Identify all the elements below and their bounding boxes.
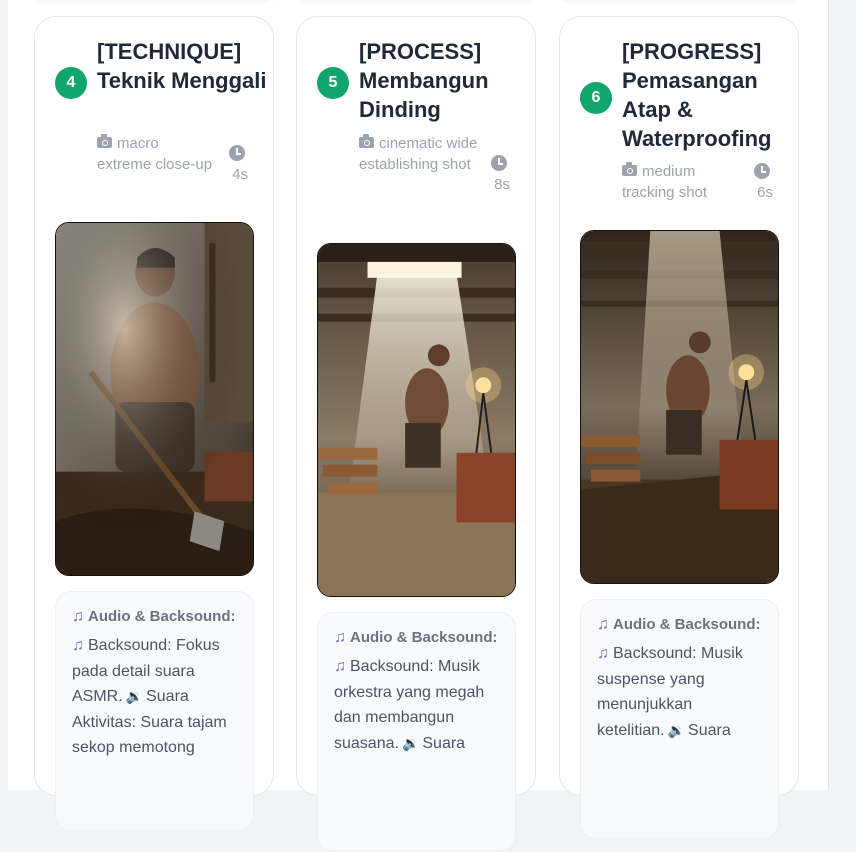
shot-type: cinematic wide establishing shot xyxy=(359,134,479,175)
music-note-icon: ♫ xyxy=(334,658,346,675)
wall-building-scene-illustration xyxy=(318,244,515,596)
audio-section: ♫ Audio & Backsound: ♫ Backsound: Musik or… xyxy=(317,612,516,852)
speaker-icon: 🔉 xyxy=(125,688,144,704)
clock-icon xyxy=(754,163,770,179)
scene-image[interactable] xyxy=(580,230,779,584)
shot-type-label: cinematic wide establishing shot xyxy=(359,135,478,173)
digging-scene-illustration xyxy=(56,223,253,575)
scene-card-5[interactable]: 5 [PROCESS] Membangun Dinding cinematic … xyxy=(296,16,536,852)
clock-icon xyxy=(229,145,245,161)
audio-heading: ♫ Audio & Backsound: xyxy=(72,606,239,627)
scene-number-badge: 6 xyxy=(580,82,612,114)
audio-section: ♫ Audio & Backsound: ♫ Backsound: Musik su… xyxy=(580,599,779,839)
clock-icon xyxy=(491,155,507,171)
scene-title: [TECHNIQUE] Teknik Menggali xyxy=(97,39,267,93)
shot-type: macro extreme close-up xyxy=(97,134,217,175)
scene-image[interactable] xyxy=(317,243,516,597)
music-note-icon: ♫ xyxy=(72,608,84,625)
activity-sound-text: Suara xyxy=(688,721,731,739)
music-note-icon: ♫ xyxy=(597,645,609,662)
audio-heading-label: Audio & Backsound: xyxy=(350,629,498,646)
activity-sound-text: Suara xyxy=(422,734,466,752)
roofing-scene-illustration xyxy=(581,231,778,583)
scene-card-4[interactable]: 4 [TECHNIQUE] Teknik Menggali macro extr… xyxy=(34,16,274,831)
camera-icon xyxy=(622,162,637,176)
shot-type-label: macro extreme close-up xyxy=(97,135,213,173)
duration-label: 8s xyxy=(494,176,510,193)
speaker-icon: 🔉 xyxy=(401,734,420,751)
audio-description: ♫ Backsound: Musik suspense yang menunjuk… xyxy=(597,641,764,743)
speaker-icon: 🔉 xyxy=(667,721,686,738)
audio-section: ♫ Audio & Backsound: ♫ Backsound: Fokus pa… xyxy=(55,591,254,831)
scene-card-6[interactable]: 6 [PROGRESS] Pemasangan Atap & Waterproo… xyxy=(559,16,799,839)
scene-title: [PROCESS] Membangun Dinding xyxy=(359,39,489,122)
duration: 6s xyxy=(743,163,773,203)
camera-icon xyxy=(359,134,374,148)
scene-number-badge: 5 xyxy=(317,67,349,99)
shot-type: medium tracking shot xyxy=(622,162,742,203)
music-note-icon: ♫ xyxy=(597,616,609,633)
duration: 8s xyxy=(480,155,510,195)
audio-heading-label: Audio & Backsound: xyxy=(88,608,236,625)
scene-title: [PROGRESS] Pemasangan Atap & Waterproofi… xyxy=(622,39,772,151)
audio-description: ♫ Backsound: Fokus pada detail suara ASMR… xyxy=(72,633,239,761)
music-note-icon: ♫ xyxy=(334,629,346,646)
scene-image[interactable] xyxy=(55,222,254,576)
music-note-icon: ♫ xyxy=(72,637,84,654)
camera-icon xyxy=(97,134,112,148)
audio-description: ♫ Backsound: Musik orkestra yang megah da… xyxy=(334,654,501,756)
audio-heading: ♫ Audio & Backsound: xyxy=(597,614,764,635)
audio-heading: ♫ Audio & Backsound: xyxy=(334,627,501,648)
audio-heading-label: Audio & Backsound: xyxy=(613,616,761,633)
duration-label: 6s xyxy=(757,184,773,201)
duration-label: 4s xyxy=(232,166,248,183)
duration: 4s xyxy=(218,145,248,185)
scene-number-badge: 4 xyxy=(55,67,87,99)
